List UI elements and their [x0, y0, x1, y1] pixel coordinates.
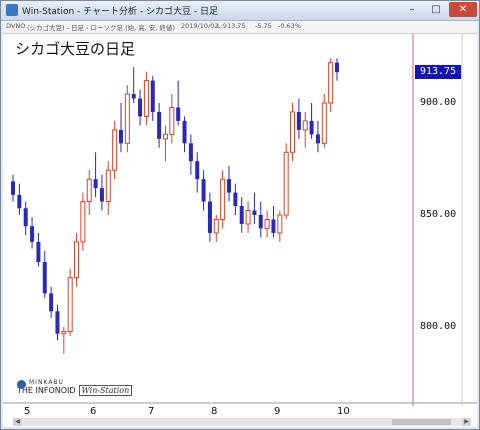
- candle-body: [67, 277, 73, 332]
- candle-body: [296, 111, 301, 130]
- candle-body: [105, 169, 111, 203]
- candle-body: [213, 218, 219, 234]
- chart-title: シカゴ大豆の日足: [15, 40, 136, 58]
- candle-body: [61, 330, 67, 335]
- candle-body: [93, 179, 98, 189]
- x-tick-label: 9: [274, 406, 281, 417]
- x-tick-label: 5: [24, 406, 31, 417]
- symbol-code: DVNO: [6, 22, 26, 30]
- candle-body: [201, 179, 206, 202]
- scroll-left-icon[interactable]: ◀: [13, 418, 22, 426]
- logo-brand: THE INFONOID: [17, 386, 76, 395]
- candle-body: [227, 179, 231, 193]
- last-date: 2019/10/02: [181, 22, 219, 30]
- candle-body: [258, 215, 263, 229]
- app-icon: [6, 4, 18, 16]
- minimize-button[interactable]: –: [401, 2, 423, 17]
- candle-body: [99, 188, 104, 202]
- candle-body: [80, 201, 86, 243]
- y-tick-label: 900.00: [420, 97, 457, 108]
- candle-body: [11, 181, 15, 195]
- candle-body: [277, 214, 283, 234]
- scroll-right-icon[interactable]: ▶: [462, 418, 471, 426]
- candle-body: [176, 107, 181, 121]
- candle-body: [131, 94, 136, 99]
- candle-body: [264, 218, 270, 229]
- x-tick-label: 10: [337, 406, 350, 417]
- y-tick-label: 800.00: [420, 321, 457, 332]
- candle-body: [283, 151, 289, 216]
- minkabu-logo-icon: [17, 380, 26, 389]
- window-title: Win-Station - チャート分析 - シカゴ大豆 - 日足: [22, 7, 218, 17]
- candle-body: [23, 208, 28, 227]
- minkabu-logo: MINKABU THE INFONOID Win-Station: [17, 379, 133, 396]
- candle-body: [315, 134, 320, 144]
- y-tick-label: 850.00: [420, 209, 457, 220]
- chart-info-bar: DVNO (シカゴ大豆) - 日足 - ローソク足 (始, 高, 安, 終値) …: [3, 21, 477, 34]
- candle-body: [233, 192, 238, 207]
- candle-body: [328, 62, 334, 104]
- candle-body: [321, 102, 327, 144]
- candle-body: [138, 98, 143, 117]
- candlestick-chart: [3, 34, 477, 406]
- candle-body: [239, 206, 244, 224]
- logo-product: Win-Station: [78, 385, 133, 396]
- candle-body: [195, 161, 200, 180]
- candle-body: [124, 93, 130, 144]
- candle-body: [30, 226, 35, 242]
- chart-description: (シカゴ大豆) - 日足 - ローソク足 (始, 高, 安, 終値): [27, 24, 176, 32]
- candle-body: [119, 129, 123, 144]
- candle-body: [188, 143, 193, 162]
- scroll-thumb[interactable]: [392, 419, 451, 425]
- candle-body: [55, 311, 60, 334]
- candle-body: [86, 178, 92, 203]
- candle-body: [220, 178, 226, 220]
- app-window: Win-Station - チャート分析 - シカゴ大豆 - 日足 – □ ✕ …: [0, 0, 480, 430]
- candle-body: [150, 80, 155, 112]
- x-tick-label: 7: [148, 406, 155, 417]
- last-price-marker: 913.75: [415, 65, 461, 79]
- candle-body: [49, 293, 54, 312]
- candle-body: [74, 241, 80, 279]
- candle-body: [271, 219, 276, 233]
- candle-body: [335, 62, 339, 73]
- candle-body: [182, 120, 187, 144]
- candle-body: [290, 111, 296, 153]
- candle-body: [245, 210, 251, 225]
- candle-body: [143, 80, 149, 117]
- title-bar: Win-Station - チャート分析 - シカゴ大豆 - 日足 – □ ✕: [1, 1, 479, 21]
- candle-body: [309, 120, 314, 135]
- close-button[interactable]: ✕: [449, 2, 477, 17]
- chart-area[interactable]: シカゴ大豆の日足 913.75 900.00 850.00 800.00 5 6…: [3, 34, 477, 427]
- price-change: -5.75: [255, 22, 272, 30]
- x-tick-label: 6: [90, 406, 97, 417]
- candle-body: [36, 241, 41, 263]
- last-price: L:913.75: [217, 22, 246, 30]
- candle-body: [112, 129, 118, 171]
- candle-body: [169, 106, 175, 135]
- price-change-pct: -0.63%: [278, 22, 301, 30]
- candle-body: [252, 210, 257, 215]
- logo-bottom-text: THE INFONOID Win-Station: [17, 385, 133, 396]
- maximize-button[interactable]: □: [425, 2, 447, 17]
- horizontal-scrollbar[interactable]: ◀ ▶: [13, 418, 471, 426]
- candle-body: [42, 262, 47, 294]
- candle-body: [207, 201, 212, 233]
- x-tick-label: 8: [211, 406, 218, 417]
- candle-body: [17, 194, 22, 209]
- candle-body: [302, 120, 308, 131]
- candle-body: [162, 133, 168, 140]
- candle-body: [157, 111, 162, 139]
